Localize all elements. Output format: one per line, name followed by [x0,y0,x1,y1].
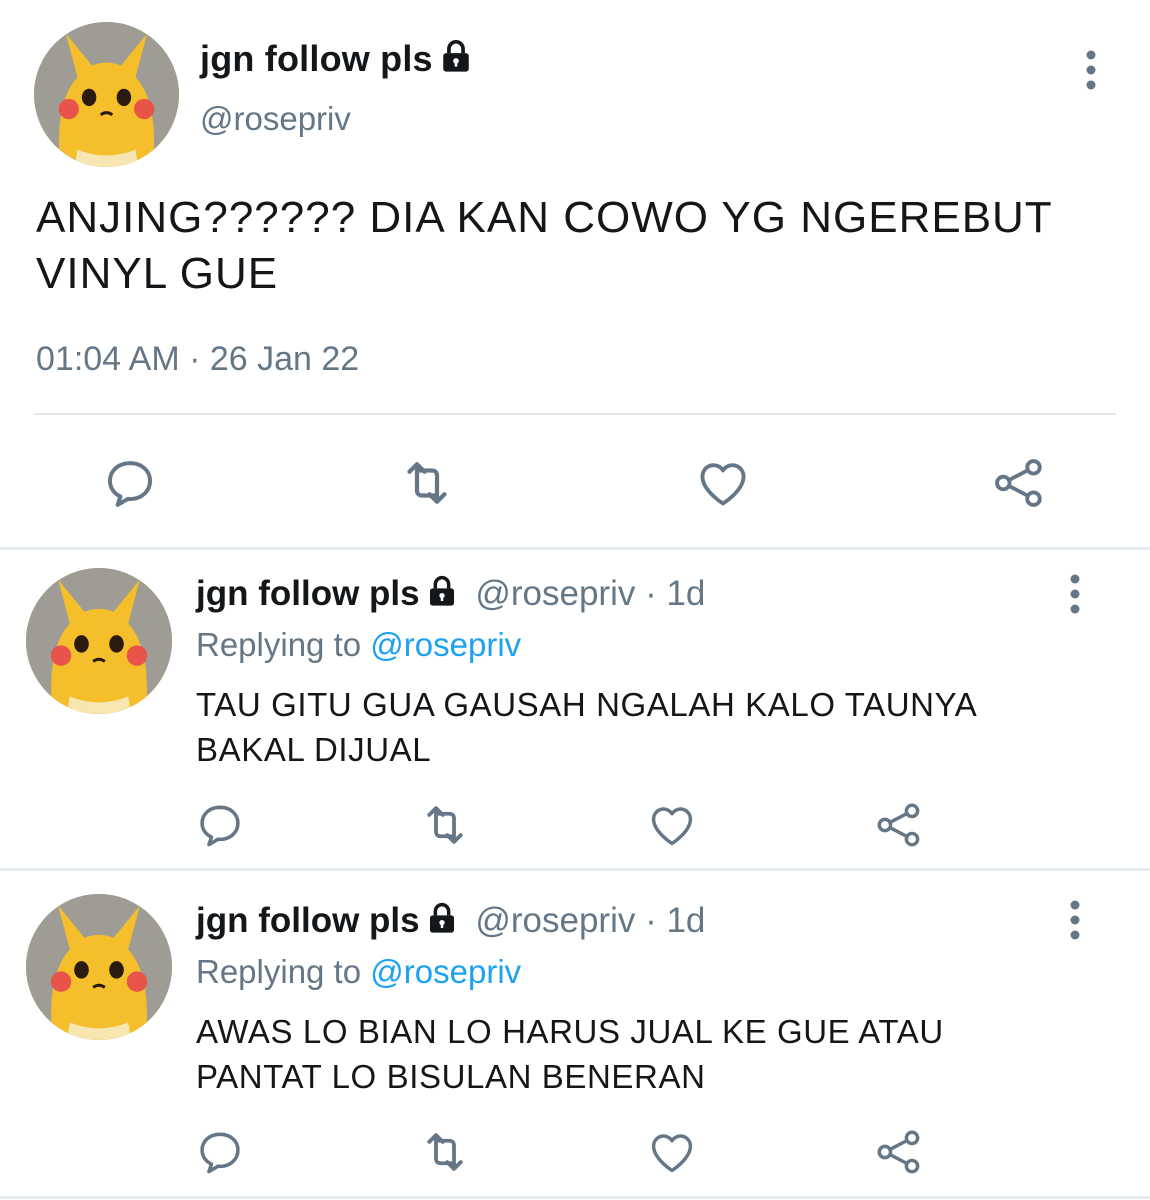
reply-button[interactable] [95,448,165,518]
reply-icon [107,461,153,507]
like-button[interactable] [637,790,707,860]
share-button[interactable] [864,1117,934,1187]
handle[interactable]: @rosepriv [475,574,635,613]
display-name[interactable]: jgn follow pls [196,574,420,613]
retweet-icon [407,462,447,504]
reply-button[interactable] [185,1117,255,1187]
tweet-text: AWAS LO BIAN LO HARUS JUAL KE GUE ATAU P… [196,1013,944,1095]
reply-button[interactable] [185,790,255,860]
display-name-text: jgn follow pls [200,38,433,79]
reply-header: jgn follow pls @rosepriv · 1d [196,901,705,943]
replying-to: Replying to @rosepriv [196,626,521,664]
reply-icon [200,1132,240,1174]
tweet-text: TAU GITU GUA GAUSAH NGALAH KALO TAUNYA B… [196,686,976,768]
replying-label: Replying to [196,626,362,663]
mention-link[interactable]: @rosepriv [370,953,521,990]
divider [34,413,1116,415]
tweet-separator [0,547,1150,550]
handle[interactable]: @rosepriv [475,901,635,940]
relative-time[interactable]: 1d [666,901,705,940]
display-name[interactable]: jgn follow pls [200,38,473,82]
reply-action-bar [0,790,1150,860]
tweet-separator [0,868,1150,871]
separator-dot: · [645,574,657,613]
lock-icon [439,39,473,82]
lock-icon [426,575,458,616]
more-options-icon[interactable] [1060,898,1090,947]
main-action-bar [0,448,1150,518]
like-icon [651,1134,693,1173]
display-name[interactable]: jgn follow pls [196,901,420,940]
replying-to: Replying to @rosepriv [196,953,521,991]
retweet-button[interactable] [392,448,462,518]
more-options-icon[interactable] [1060,572,1090,621]
reply-header: jgn follow pls @rosepriv · 1d [196,574,705,616]
relative-time[interactable]: 1d [666,574,705,613]
mention-link[interactable]: @rosepriv [370,626,521,663]
tweet-text: ANJING?????? DIA KAN COWO YG NGEREBUT VI… [36,193,1052,298]
handle[interactable]: @rosepriv [200,100,351,138]
avatar[interactable] [34,22,179,167]
share-icon [877,803,920,847]
reply-action-bar [0,1117,1150,1187]
lock-icon [426,902,458,943]
more-options-icon[interactable] [1076,48,1106,97]
retweet-icon [427,806,463,844]
retweet-icon [427,1133,463,1171]
tweet-separator [0,1196,1150,1199]
share-button[interactable] [984,448,1054,518]
share-button[interactable] [864,790,934,860]
replying-label: Replying to [196,953,362,990]
tweet-timestamp[interactable]: 01:04 AM · 26 Jan 22 [36,340,359,379]
retweet-button[interactable] [410,790,480,860]
like-button[interactable] [688,448,758,518]
like-icon [700,463,746,506]
like-button[interactable] [637,1117,707,1187]
reply-icon [200,805,240,847]
share-icon [877,1130,920,1174]
share-icon [995,459,1042,507]
like-icon [651,807,693,846]
retweet-button[interactable] [410,1117,480,1187]
tweet-thread: jgn follow pls @rosepriv ANJING?????? DI… [0,0,1150,1200]
separator-dot: · [645,901,657,940]
